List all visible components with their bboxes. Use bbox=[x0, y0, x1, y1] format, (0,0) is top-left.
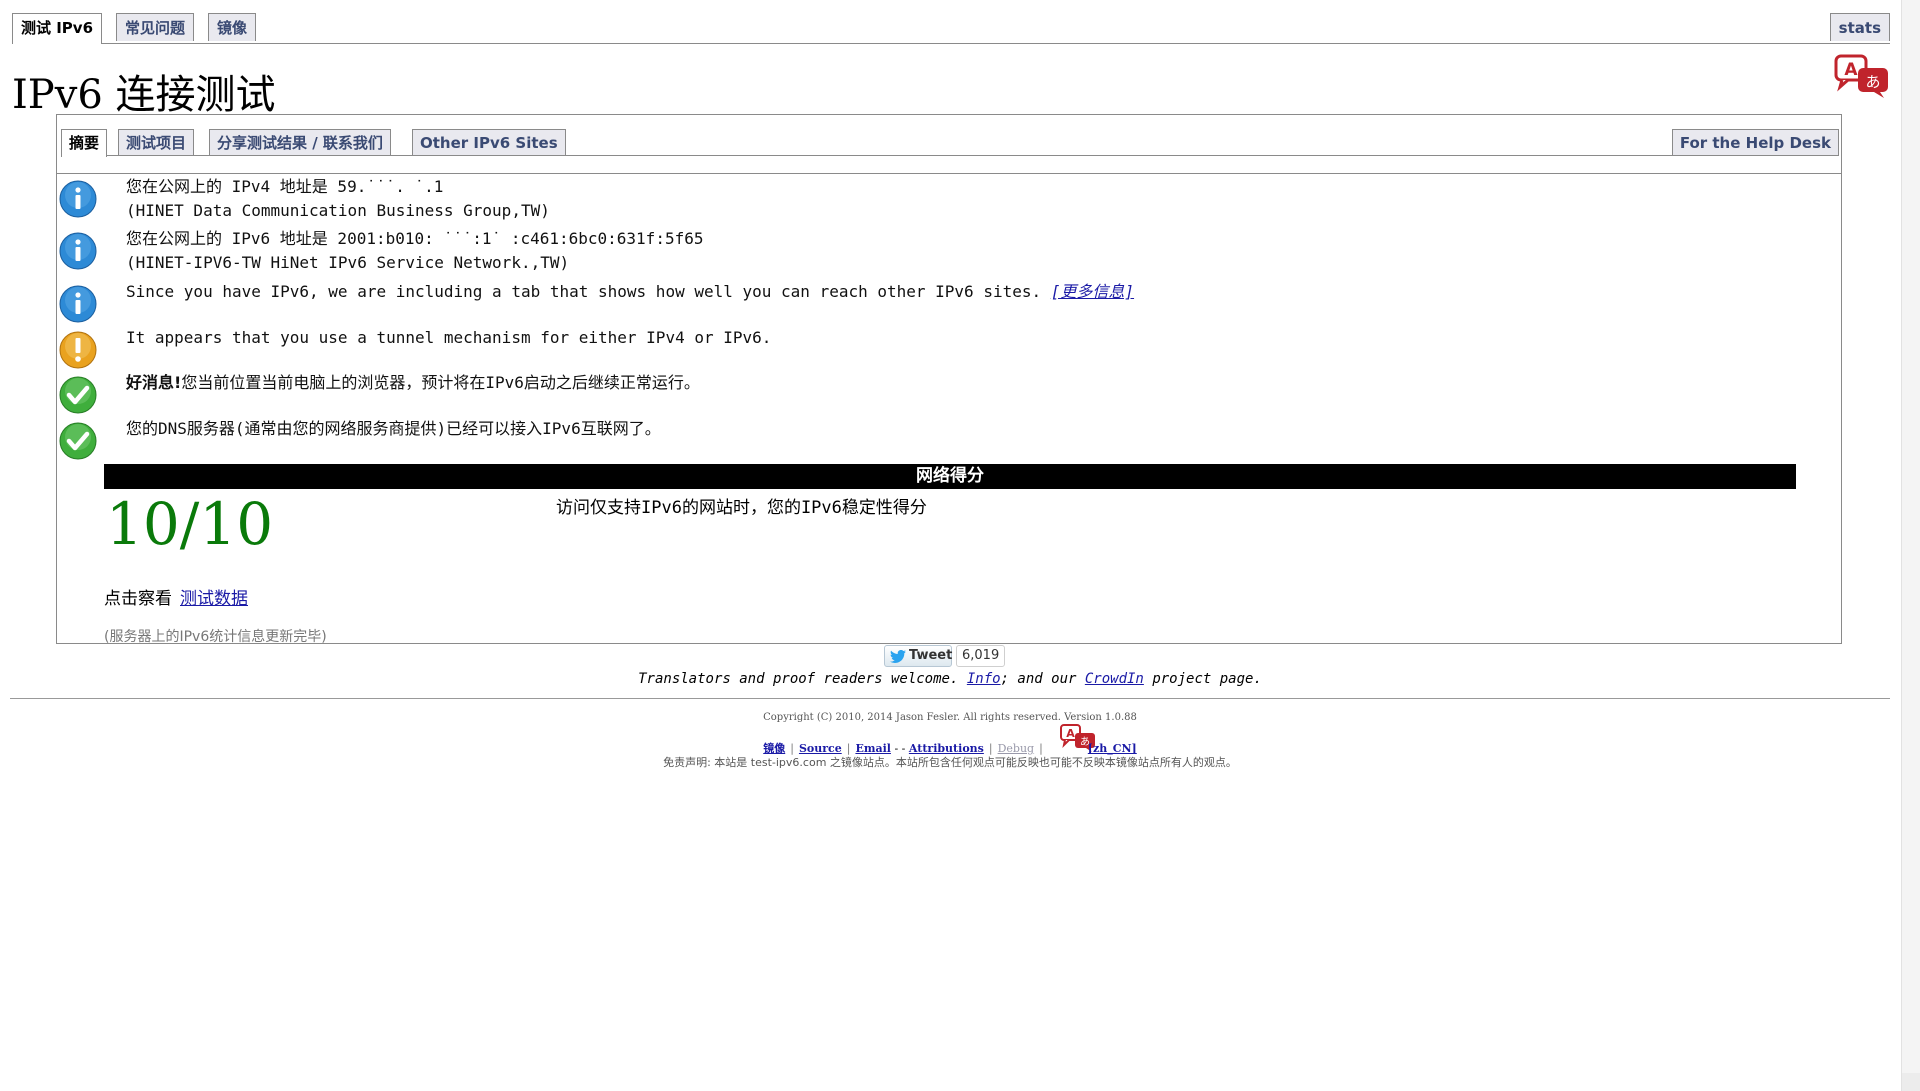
message-text: It appears that you use a tunnel mechani… bbox=[126, 328, 772, 347]
translators-text: Translators and proof readers welcome. bbox=[638, 671, 959, 687]
tab-mirrors[interactable]: 镜像 bbox=[208, 13, 257, 41]
message-text: 您当前位置当前电脑上的浏览器，预计将在IPv6启动之后继续正常运行。 bbox=[181, 373, 700, 392]
translators-line: Translators and proof readers welcome. I… bbox=[0, 671, 1900, 687]
svg-text:あ: あ bbox=[1865, 73, 1880, 91]
translators-after: project page. bbox=[1152, 671, 1262, 687]
click-label: 点击察看 bbox=[104, 589, 172, 609]
info-icon bbox=[59, 285, 97, 323]
score-header: 网络得分 bbox=[104, 464, 1796, 489]
tab-stats[interactable]: stats bbox=[1829, 13, 1890, 41]
sub-tab-bar: 摘要 测试项目 分享测试结果 / 联系我们 Other IPv6 Sites F… bbox=[61, 129, 1839, 157]
scrollbar-corner bbox=[1902, 1073, 1920, 1091]
twitter-icon bbox=[890, 650, 906, 663]
info-icon bbox=[59, 232, 97, 270]
check-icon bbox=[59, 376, 97, 414]
score-description: 访问仅支持IPv6的网站时，您的IPv6稳定性得分 bbox=[556, 498, 927, 518]
tab-summary[interactable]: 摘要 bbox=[61, 129, 108, 157]
test-data-link[interactable]: 测试数据 bbox=[180, 589, 248, 609]
vertical-scrollbar[interactable] bbox=[1901, 0, 1920, 1091]
message-text: 您在公网上的 IPv4 地址是 59.˙˙˙. ˙.1 bbox=[126, 177, 444, 196]
stats-note: (服务器上的IPv6统计信息更新完毕) bbox=[104, 629, 327, 645]
message-text: Since you have IPv6, we are including a … bbox=[126, 282, 1042, 301]
footer-divider bbox=[10, 698, 1890, 699]
check-icon bbox=[59, 422, 97, 460]
copyright: Copyright (C) 2010, 2014 Jason Fesler. A… bbox=[763, 712, 1137, 723]
tab-other-ipv6-sites[interactable]: Other IPv6 Sites bbox=[412, 129, 566, 155]
tab-share[interactable]: 分享测试结果 / 联系我们 bbox=[209, 129, 391, 155]
disclaimer: 免责声明: 本站是 test-ipv6.com 之镜像站点。本站所包含任何观点可… bbox=[663, 756, 1237, 769]
message-ipv4-address: 您在公网上的 IPv4 地址是 59.˙˙˙. ˙.1 (HINET Data … bbox=[58, 173, 1258, 220]
message-dns: 您的DNS服务器(通常由您的网络服务商提供)已经可以接入IPv6互联网了。 bbox=[58, 415, 1258, 460]
message-subtext: (HINET-IPV6-TW HiNet IPv6 Service Networ… bbox=[126, 253, 570, 272]
more-info-link[interactable]: [更多信息] bbox=[1051, 282, 1134, 301]
tab-test-ipv6[interactable]: 测试 IPv6 bbox=[12, 13, 103, 44]
translators-middle: ; and our bbox=[1000, 671, 1077, 687]
message-good-news: 好消息!您当前位置当前电脑上的浏览器，预计将在IPv6启动之后继续正常运行。 bbox=[58, 369, 1258, 414]
message-subtext: (HINET Data Communication Business Group… bbox=[126, 201, 550, 220]
good-news-label: 好消息! bbox=[126, 373, 182, 392]
message-text: 您在公网上的 IPv6 地址是 2001:b010: ˙˙˙:1˙ :c461:… bbox=[126, 229, 704, 248]
info-link[interactable]: Info bbox=[967, 671, 1001, 687]
tab-test-items[interactable]: 测试项目 bbox=[118, 129, 195, 155]
tab-help-desk[interactable]: For the Help Desk bbox=[1671, 129, 1839, 155]
tweet-label: Tweet bbox=[909, 648, 953, 663]
tab-faq[interactable]: 常见问题 bbox=[116, 13, 195, 41]
test-data-row: 点击察看 测试数据 bbox=[104, 584, 248, 609]
svg-text:A: A bbox=[1844, 60, 1858, 80]
info-icon bbox=[59, 180, 97, 218]
score-value: 10/10 bbox=[106, 490, 274, 558]
message-other-sites: Since you have IPv6, we are including a … bbox=[58, 278, 1258, 323]
svg-text:A: A bbox=[1066, 727, 1075, 740]
message-text: 您的DNS服务器(通常由您的网络服务商提供)已经可以接入IPv6互联网了。 bbox=[126, 419, 661, 438]
message-ipv6-address: 您在公网上的 IPv6 地址是 2001:b010: ˙˙˙:1˙ :c461:… bbox=[58, 225, 1258, 272]
top-tab-bar: 测试 IPv6 常见问题 镜像 stats bbox=[12, 13, 1890, 44]
warning-icon bbox=[59, 331, 97, 369]
crowdin-link[interactable]: CrowdIn bbox=[1085, 671, 1144, 687]
message-tunnel-warning: It appears that you use a tunnel mechani… bbox=[58, 324, 1258, 369]
page-title: IPv6 连接测试 bbox=[12, 72, 276, 118]
tweet-button[interactable]: Tweet bbox=[884, 645, 952, 667]
translate-icon[interactable]: A あ bbox=[1834, 54, 1890, 98]
tweet-count: 6,019 bbox=[956, 645, 1006, 667]
